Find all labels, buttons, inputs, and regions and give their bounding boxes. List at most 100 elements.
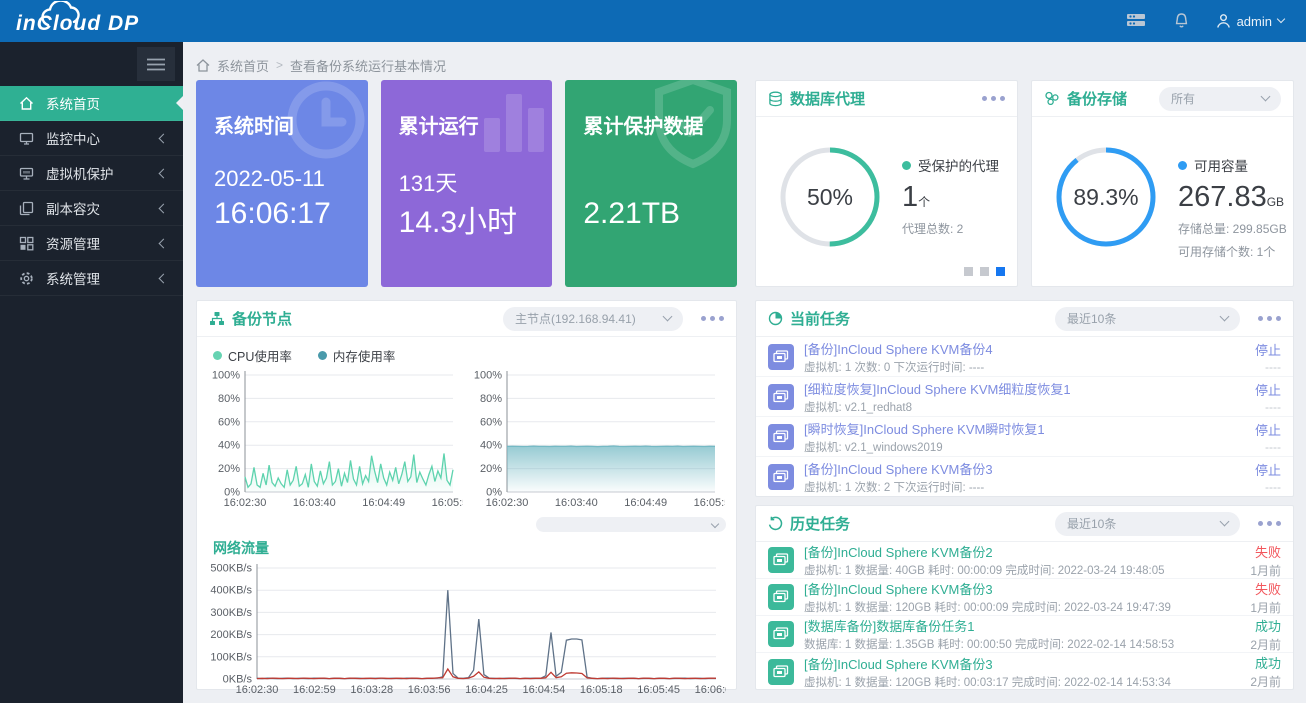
svg-text:40%: 40% (480, 440, 502, 452)
bell-icon[interactable] (1173, 12, 1190, 31)
hamburger-icon (147, 58, 165, 71)
task-detail: 数据库: 1 数据量: 1.35GB 耗时: 00:00:50 完成时间: 20… (804, 636, 1240, 652)
filter-value: 最近10条 (1067, 515, 1116, 532)
task-name-link[interactable]: [备份]InCloud Sphere KVM备份3 (804, 654, 1240, 673)
task-time: ---- (1255, 480, 1281, 494)
task-detail: 虚拟机: 1 数据量: 40GB 耗时: 00:00:09 完成时间: 2022… (804, 562, 1240, 578)
task-name-link[interactable]: [细粒度恢复]InCloud Sphere KVM细粒度恢复1 (804, 379, 1245, 398)
pager-dot-active[interactable] (996, 267, 1005, 276)
task-status[interactable]: 停止 (1255, 460, 1281, 479)
sidebar-collapse-button[interactable] (137, 47, 175, 81)
sidebar-item-vm-protect[interactable]: 虚拟机保护 (0, 156, 183, 191)
task-name-link[interactable]: [备份]InCloud Sphere KVM备份2 (804, 542, 1240, 561)
task-status: 失败 (1250, 542, 1281, 561)
task-time: ---- (1255, 360, 1281, 374)
chevron-left-icon (159, 133, 169, 143)
task-name-link[interactable]: [数据库备份]数据库备份任务1 (804, 616, 1240, 635)
task-name-link[interactable]: [备份]InCloud Sphere KVM备份3 (804, 459, 1245, 478)
panel-title: 备份存储 (1067, 88, 1127, 109)
network-traffic-chart: 0KB/s100KB/s200KB/s300KB/s400KB/s500KB/s… (201, 560, 726, 696)
storage-cluster-icon (1044, 91, 1060, 106)
card-days: 131天 (399, 166, 535, 192)
svg-text:60%: 60% (480, 416, 502, 428)
card-title: 累计保护数据 (583, 110, 719, 139)
task-name-link[interactable]: [瞬时恢复]InCloud Sphere KVM瞬时恢复1 (804, 419, 1245, 438)
pager-dot[interactable] (980, 267, 989, 276)
svg-text:300KB/s: 300KB/s (210, 607, 252, 619)
card-hours: 14.3小时 (399, 197, 535, 241)
uptime-card: 累计运行 131天 14.3小时 (381, 80, 553, 287)
database-icon (768, 91, 783, 107)
sidebar-item-home[interactable]: 系统首页 (0, 86, 183, 121)
svg-text:20%: 20% (218, 463, 240, 475)
svg-text:16:04:25: 16:04:25 (465, 684, 508, 696)
svg-text:20%: 20% (480, 463, 502, 475)
svg-text:80%: 80% (218, 393, 240, 405)
panel-menu-button[interactable] (978, 96, 1005, 101)
svg-text:50%: 50% (807, 184, 853, 210)
legend-label: 内存使用率 (333, 346, 396, 365)
svg-text:16:02:59: 16:02:59 (293, 684, 336, 696)
svg-text:16:06:09: 16:06:09 (695, 684, 726, 696)
pager-dot[interactable] (964, 267, 973, 276)
sidebar-item-settings[interactable]: 系统管理 (0, 261, 183, 296)
donut-legend: 可用容量 (1178, 155, 1287, 175)
svg-text:40%: 40% (218, 440, 240, 452)
svg-text:16:03:40: 16:03:40 (555, 497, 598, 509)
task-detail: 虚拟机: v2.1_windows2019 (804, 439, 1245, 455)
task-status[interactable]: 停止 (1255, 340, 1281, 359)
svg-text:200KB/s: 200KB/s (210, 629, 252, 641)
breadcrumb-home[interactable]: 系统首页 (217, 56, 269, 75)
legend-dot (902, 161, 911, 170)
panel-menu-button[interactable] (1254, 521, 1281, 526)
sidebar-item-resources[interactable]: 资源管理 (0, 226, 183, 261)
node-select[interactable]: 主节点(192.168.94.41) (503, 307, 683, 331)
sidebar-item-label: 系统首页 (46, 93, 100, 113)
legend-label: CPU使用率 (228, 346, 292, 365)
task-row: [备份]InCloud Sphere KVM备份3虚拟机: 1 数据量: 120… (756, 653, 1293, 690)
task-time: 2月前 (1250, 673, 1281, 690)
card-spacer (583, 166, 719, 192)
sidebar-item-monitor[interactable]: 监控中心 (0, 121, 183, 156)
panel-menu-button[interactable] (1254, 316, 1281, 321)
user-menu[interactable]: admin (1216, 13, 1284, 29)
sidebar-item-label: 虚拟机保护 (46, 163, 114, 183)
stat-cards: 系统时间 2022-05-11 16:06:17 累计运行 131天 14.3小… (196, 80, 737, 287)
card-date: 2022-05-11 (214, 166, 350, 192)
server-icon[interactable] (1125, 12, 1147, 30)
task-status[interactable]: 停止 (1255, 420, 1281, 439)
task-name-link[interactable]: [备份]InCloud Sphere KVM备份4 (804, 339, 1245, 358)
legend-label: 受保护的代理 (918, 155, 999, 175)
chart-legend: CPU使用率 内存使用率 (197, 337, 736, 367)
legend-dot (1178, 161, 1187, 170)
storage-filter-select[interactable]: 所有 (1159, 87, 1281, 111)
current-tasks-filter[interactable]: 最近10条 (1055, 307, 1240, 331)
current-tasks-panel: 当前任务 最近10条 [备份]InCloud Sphere KVM备份4虚拟机:… (755, 300, 1294, 497)
svg-text:16:02:30: 16:02:30 (236, 684, 279, 696)
panel-title: 数据库代理 (790, 88, 865, 109)
svg-text:16:02:30: 16:02:30 (224, 497, 267, 509)
network-interface-select[interactable] (536, 517, 726, 532)
protected-data-card: 累计保护数据 2.21TB (565, 80, 737, 287)
card-volume: 2.21TB (583, 197, 719, 231)
task-status: 成功 (1250, 653, 1281, 672)
history-tasks-filter[interactable]: 最近10条 (1055, 512, 1240, 536)
task-name-link[interactable]: [备份]InCloud Sphere KVM备份3 (804, 579, 1240, 598)
node-select-value: 主节点(192.168.94.41) (515, 310, 636, 327)
svg-text:16:05:52: 16:05:52 (694, 497, 725, 509)
copy-icon (19, 201, 34, 216)
task-time: 2月前 (1250, 636, 1281, 653)
task-detail: 虚拟机: 1 次数: 2 下次运行时间: ---- (804, 479, 1245, 495)
chevron-left-icon (159, 273, 169, 283)
chevron-down-icon (1277, 15, 1285, 23)
backup-storage-panel: 备份存储 所有 89.3% 可用容量 (1031, 80, 1294, 287)
app-logo[interactable]: inCloud DP (16, 0, 139, 42)
db-agent-donut: 50% (774, 141, 886, 253)
sidebar-item-replica-dr[interactable]: 副本容灾 (0, 191, 183, 226)
card-title: 系统时间 (214, 110, 350, 139)
storage-filter-value: 所有 (1171, 90, 1195, 107)
task-status[interactable]: 停止 (1255, 380, 1281, 399)
panel-menu-button[interactable] (697, 316, 724, 321)
svg-text:100%: 100% (212, 370, 240, 382)
network-traffic-title: 网络流量 (197, 532, 736, 560)
